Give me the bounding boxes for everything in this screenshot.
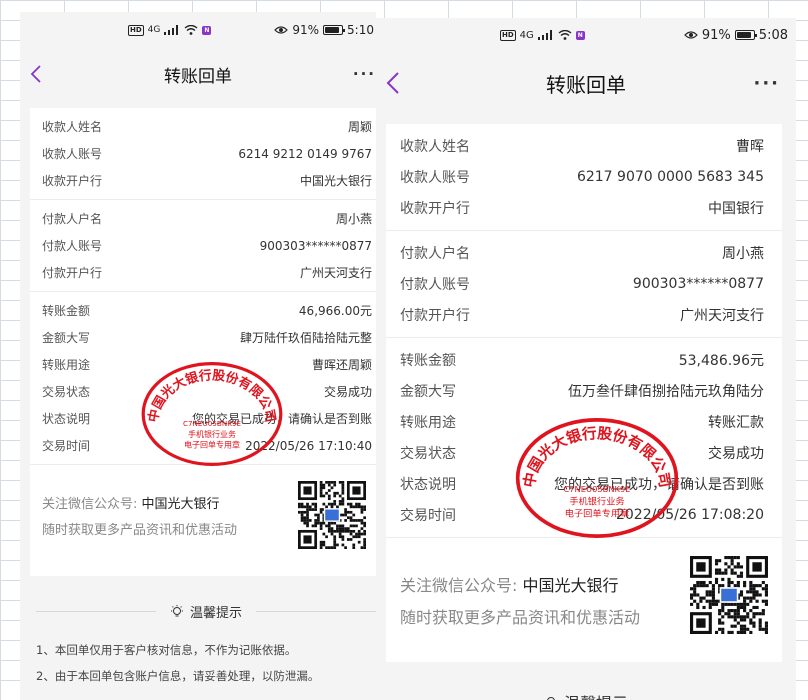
tips-header: 温馨提示 bbox=[36, 602, 376, 621]
hd-icon: HD bbox=[500, 29, 516, 41]
receipt-row: 交易状态 交易成功 bbox=[42, 385, 372, 399]
battery-percent: 91% bbox=[701, 27, 731, 43]
receipt-row: 收款人账号 6214 9212 0149 9767 bbox=[42, 146, 372, 162]
promo-account-name: 中国光大银行 bbox=[522, 576, 619, 595]
receipt-card: 收款人姓名 曹晖 收款人账号 6217 9070 0000 5683 345 收款开… bbox=[386, 124, 782, 662]
receipt-row: 付款开户行 广州天河支行 bbox=[400, 307, 764, 324]
promo-subtitle: 随时获取更多产品资讯和优惠活动 bbox=[400, 608, 641, 627]
hd-icon: HD bbox=[128, 24, 144, 36]
eye-icon bbox=[684, 31, 698, 39]
receipt-row: 交易时间 2022/05/26 17:10:40 bbox=[42, 438, 372, 454]
payee-section: 收款人姓名 周颖 收款人账号 6214 9212 0149 9767 收款开户行 中国… bbox=[30, 108, 376, 200]
receipt-row: 收款人姓名 周颖 bbox=[42, 120, 372, 134]
receipt-screen-right: HD 4G N 91% 5:08 转账回单 ··· 收款人姓名 曹晖 收款人账号 6… bbox=[376, 18, 796, 700]
tips-header: 温馨提示 bbox=[392, 690, 780, 700]
payee-section: 收款人姓名 曹晖 收款人账号 6217 9070 0000 5683 345 收款开… bbox=[386, 124, 782, 231]
battery-percent: 91% bbox=[292, 23, 320, 37]
receipt-row: 转账用途 曹晖还周颖 bbox=[42, 358, 372, 372]
lightbulb-icon bbox=[547, 697, 555, 700]
nav-bar: 转账回单 ··· bbox=[20, 48, 376, 100]
receipt-row: 转账金额 53,486.96元 bbox=[400, 352, 764, 369]
receipt-row: 付款开户行 广州天河支行 bbox=[42, 266, 372, 280]
promo-label: 关注微信公众号: bbox=[42, 497, 138, 512]
receipt-row: 收款人账号 6217 9070 0000 5683 345 bbox=[400, 168, 764, 186]
eye-icon bbox=[274, 26, 289, 34]
receipt-row: 收款开户行 中国银行 bbox=[400, 200, 764, 217]
tips-title: 温馨提示 bbox=[564, 690, 628, 700]
receipt-row: 转账金额 46,966.00元 bbox=[42, 304, 372, 318]
network-type: 4G bbox=[519, 29, 534, 41]
receipt-row: 转账用途 转账汇款 bbox=[400, 414, 764, 431]
payer-section: 付款人户名 周小燕 付款人账号 900303******0877 付款开户行 广州天河… bbox=[386, 231, 782, 338]
battery-icon bbox=[734, 30, 757, 40]
promo-label: 关注微信公众号: bbox=[400, 576, 518, 595]
nav-bar: 转账回单 ··· bbox=[376, 52, 796, 114]
more-button[interactable]: ··· bbox=[353, 48, 376, 100]
page-title: 转账回单 bbox=[164, 66, 232, 87]
signal-icon bbox=[537, 30, 552, 40]
wechat-promo: 关注微信公众号: 中国光大银行 随时获取更多产品资讯和优惠活动 bbox=[386, 538, 782, 650]
receipt-row: 付款人户名 周小燕 bbox=[400, 245, 764, 262]
tip-item: 1、本回单仅用于客户核对信息，不作为记账依据。 bbox=[36, 643, 297, 657]
receipt-row: 收款人姓名 曹晖 bbox=[400, 138, 764, 155]
qr-code-icon bbox=[298, 481, 366, 549]
status-bar: HD 4G N 91% 5:08 bbox=[376, 18, 796, 52]
status-time: 5:08 bbox=[758, 27, 788, 43]
receipt-row: 状态说明 您的交易已成功，请确认是否到账 bbox=[42, 412, 372, 426]
receipt-row: 交易时间 2022/05/26 17:08:20 bbox=[400, 506, 764, 524]
lightbulb-icon bbox=[171, 604, 183, 616]
wechat-promo: 关注微信公众号: 中国光大银行 随时获取更多产品资讯和优惠活动 bbox=[30, 465, 376, 565]
nfc-icon: N bbox=[202, 25, 212, 35]
receipt-row: 付款人户名 周小燕 bbox=[42, 212, 372, 226]
details-section: 转账金额 46,966.00元 金额大写 肆万陆仟玖佰陆拾陆元整 转账用途 曹晖还周颖… bbox=[30, 292, 376, 465]
promo-account-name: 中国光大银行 bbox=[141, 497, 220, 512]
receipt-row: 付款人账号 900303******0877 bbox=[400, 275, 764, 293]
network-type: 4G bbox=[147, 25, 161, 35]
wifi-icon bbox=[558, 30, 572, 40]
signal-icon bbox=[164, 25, 179, 35]
more-button[interactable]: ··· bbox=[753, 52, 780, 114]
receipt-row: 付款人账号 900303******0877 bbox=[42, 238, 372, 254]
receipt-row: 金额大写 伍万叁仟肆佰捌拾陆元玖角陆分 bbox=[400, 383, 764, 400]
tip-item: 2、由于本回单包含账户信息，请妥善处理，以防泄漏。 bbox=[36, 669, 320, 683]
receipt-row: 状态说明 您的交易已成功，请确认是否到账 bbox=[400, 476, 764, 493]
tips-title: 温馨提示 bbox=[190, 606, 243, 621]
details-section: 转账金额 53,486.96元 金额大写 伍万叁仟肆佰捌拾陆元玖角陆分 转账用途 转账… bbox=[386, 338, 782, 538]
battery-icon bbox=[323, 25, 346, 35]
receipt-row: 交易状态 交易成功 bbox=[400, 445, 764, 462]
receipt-row: 金额大写 肆万陆仟玖佰陆拾陆元整 bbox=[42, 331, 372, 345]
status-bar: HD 4G N 91% 5:10 bbox=[20, 12, 376, 48]
receipt-card: 收款人姓名 周颖 收款人账号 6214 9212 0149 9767 收款开户行 中国… bbox=[30, 108, 376, 576]
payer-section: 付款人户名 周小燕 付款人账号 900303******0877 付款开户行 广州天河… bbox=[30, 200, 376, 292]
page-title: 转账回单 bbox=[546, 72, 626, 97]
status-time: 5:10 bbox=[347, 23, 374, 37]
wifi-icon bbox=[184, 25, 198, 35]
nfc-icon: N bbox=[575, 30, 585, 40]
promo-subtitle: 随时获取更多产品资讯和优惠活动 bbox=[42, 523, 238, 538]
receipt-screen-left: HD 4G N 91% 5:10 转账回单 ··· 收款人姓名 周颖 收款人账号 6… bbox=[20, 12, 376, 700]
receipt-row: 收款开户行 中国光大银行 bbox=[42, 174, 372, 188]
qr-code-icon bbox=[690, 556, 768, 634]
